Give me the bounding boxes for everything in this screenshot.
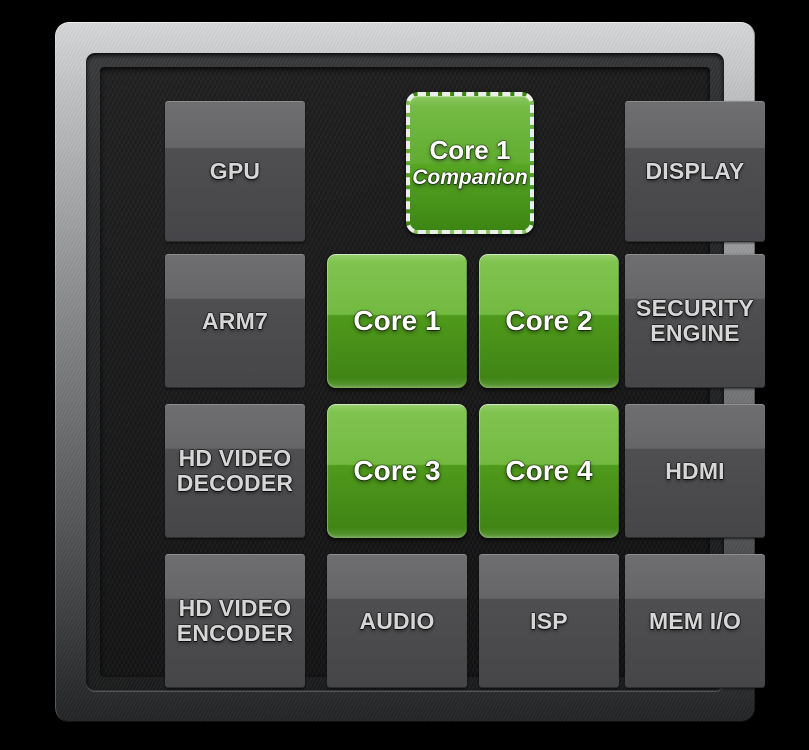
block-label-title: Core 1 [429,135,511,166]
block-label-line: Core 4 [505,454,593,486]
block-gpu[interactable]: GPU [165,101,305,242]
block-label-line: MEM I/O [648,607,742,634]
block-label-line: Core 2 [505,304,593,336]
block-label-line: ENGINE [650,320,740,346]
block-label-line: AUDIO [359,607,435,634]
block-label-line: HD VIDEO [178,445,292,472]
block-label-line: ARM7 [202,307,268,334]
block-label-line: ENCODER [176,620,294,646]
block-label-line: SECURITY [636,295,754,322]
block-label-subtitle: Companion [412,166,528,190]
block-core1[interactable]: Core 1 [327,254,467,388]
block-label-line: DECODER [176,470,294,496]
block-mem-io[interactable]: MEM I/O [625,554,765,688]
block-label-line: Core 1 [353,304,441,336]
block-label-line: DISPLAY [645,158,745,185]
block-core3[interactable]: Core 3 [327,404,467,538]
block-label-line: GPU [209,158,261,185]
block-hd-video-decoder[interactable]: HD VIDEO DECODER [165,404,305,538]
block-core4[interactable]: Core 4 [479,404,619,538]
block-display[interactable]: DISPLAY [625,101,765,242]
block-arm7[interactable]: ARM7 [165,254,305,388]
block-label-line: HDMI [665,457,725,484]
block-label-line: Core 3 [353,454,441,486]
block-label-line: ISP [530,607,568,634]
block-hd-video-encoder[interactable]: HD VIDEO ENCODER [165,554,305,688]
block-hdmi[interactable]: HDMI [625,404,765,538]
block-core1-companion[interactable]: Core 1 Companion [406,92,534,234]
block-label-line: HD VIDEO [178,595,292,622]
block-audio[interactable]: AUDIO [327,554,467,688]
block-core2[interactable]: Core 2 [479,254,619,388]
block-isp[interactable]: ISP [479,554,619,688]
block-security-engine[interactable]: SECURITY ENGINE [625,254,765,388]
